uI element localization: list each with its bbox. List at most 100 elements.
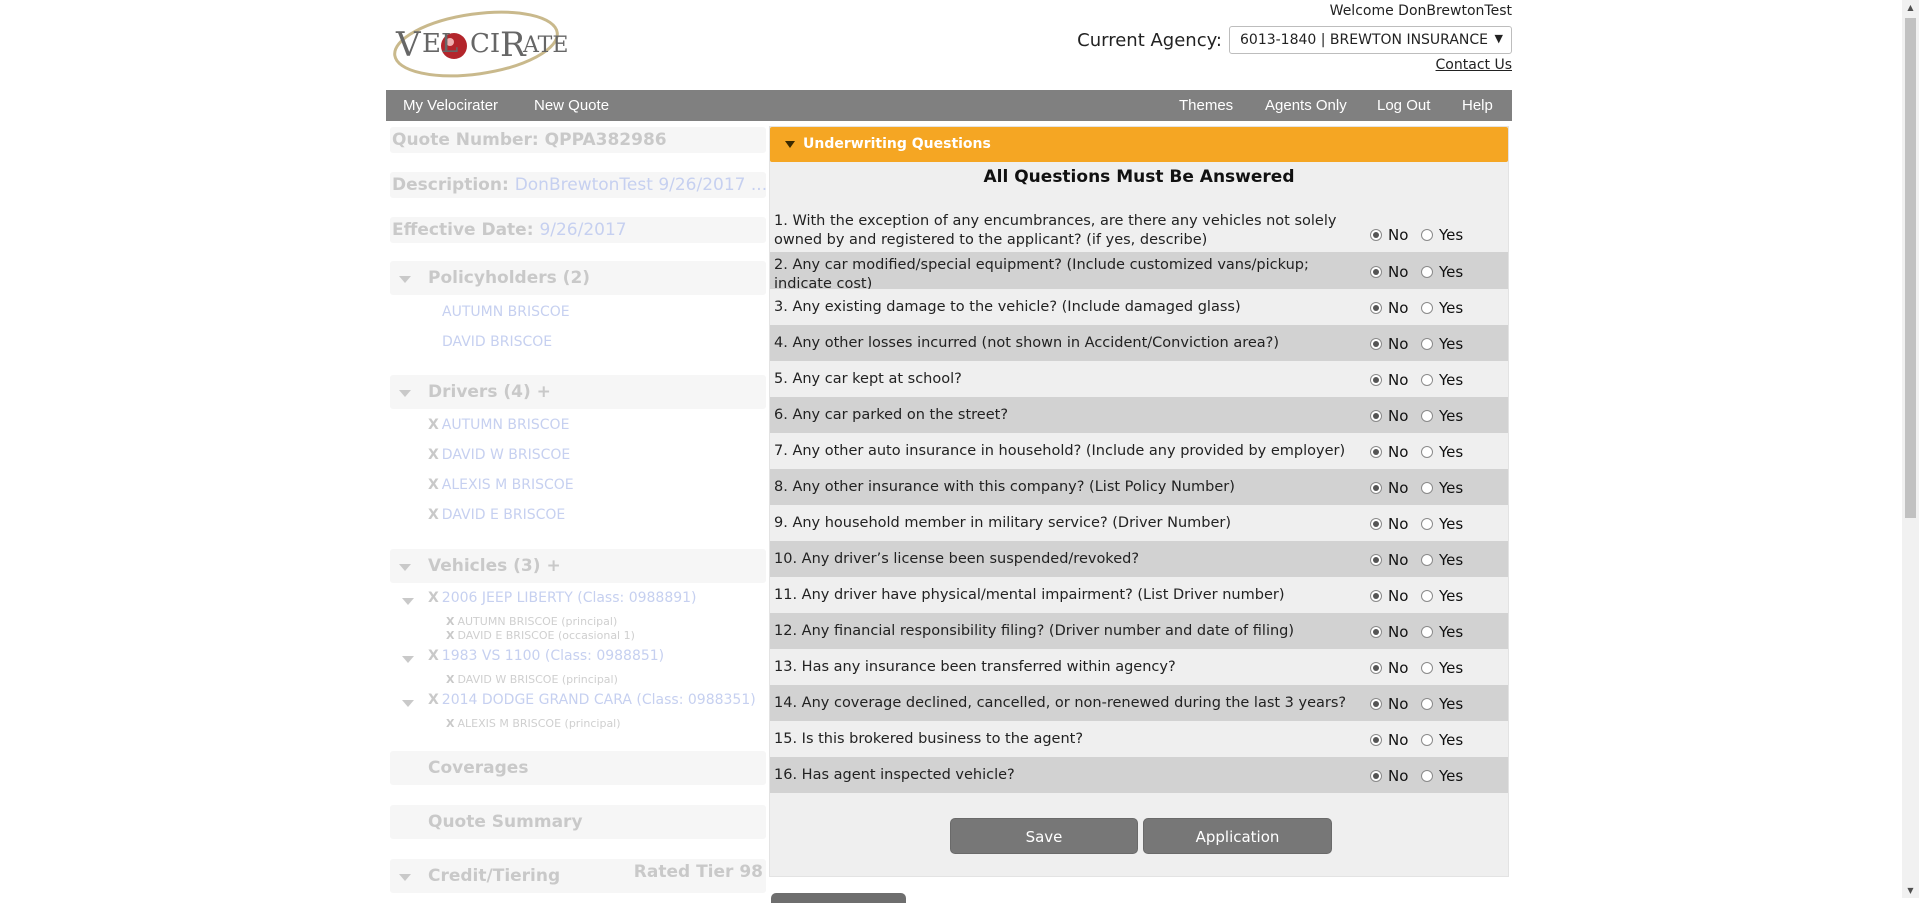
scroll-up-icon[interactable]: ▲: [1902, 3, 1919, 12]
quote-summary-section[interactable]: Quote Summary: [390, 805, 766, 839]
policyholder-link[interactable]: DAVID BRISCOE: [442, 334, 552, 350]
answer-no-radio[interactable]: [1370, 554, 1382, 566]
velocirater-logo[interactable]: V EL CI R ATER: [392, 2, 567, 86]
answer-yes[interactable]: Yes: [1421, 407, 1463, 425]
answer-yes-radio[interactable]: [1421, 590, 1433, 602]
policyholders-header[interactable]: Policyholders (2): [390, 261, 766, 295]
answer-no-radio[interactable]: [1370, 698, 1382, 710]
collapse-caret-icon[interactable]: [402, 598, 414, 605]
answer-yes[interactable]: Yes: [1421, 587, 1463, 605]
answer-yes-radio[interactable]: [1421, 410, 1433, 422]
answer-yes[interactable]: Yes: [1421, 299, 1463, 317]
answer-no-radio[interactable]: [1370, 662, 1382, 674]
vehicle-item[interactable]: X 1983 VS 1100 (Class: 0988851): [428, 648, 664, 664]
answer-no[interactable]: No: [1370, 767, 1408, 785]
driver-item[interactable]: X AUTUMN BRISCOE: [428, 417, 569, 433]
scroll-down-icon[interactable]: ▼: [1902, 886, 1919, 895]
answer-no[interactable]: No: [1370, 623, 1408, 641]
nav-new-quote[interactable]: New Quote: [534, 90, 609, 121]
answer-yes-radio[interactable]: [1421, 662, 1433, 674]
answer-yes[interactable]: Yes: [1421, 767, 1463, 785]
answer-yes[interactable]: Yes: [1421, 623, 1463, 641]
underwriting-header[interactable]: Underwriting Questions: [770, 127, 1508, 162]
driver-item[interactable]: X ALEXIS M BRISCOE: [428, 477, 574, 493]
answer-no-radio[interactable]: [1370, 410, 1382, 422]
answer-no-radio[interactable]: [1370, 266, 1382, 278]
answer-yes-radio[interactable]: [1421, 482, 1433, 494]
contact-us-link[interactable]: Contact Us: [1436, 57, 1512, 73]
answer-yes[interactable]: Yes: [1421, 731, 1463, 749]
save-button[interactable]: Save: [950, 818, 1138, 854]
nav-themes[interactable]: Themes: [1179, 90, 1233, 121]
answer-yes-radio[interactable]: [1421, 266, 1433, 278]
answer-yes-radio[interactable]: [1421, 554, 1433, 566]
answer-no[interactable]: No: [1370, 407, 1408, 425]
answer-no[interactable]: No: [1370, 587, 1408, 605]
answer-no[interactable]: No: [1370, 263, 1408, 281]
answer-no-radio[interactable]: [1370, 518, 1382, 530]
answer-yes-radio[interactable]: [1421, 770, 1433, 782]
answer-yes[interactable]: Yes: [1421, 515, 1463, 533]
answer-yes[interactable]: Yes: [1421, 479, 1463, 497]
answer-yes-radio[interactable]: [1421, 338, 1433, 350]
answer-no[interactable]: No: [1370, 479, 1408, 497]
nav-log-out[interactable]: Log Out: [1377, 90, 1430, 121]
answer-yes[interactable]: Yes: [1421, 551, 1463, 569]
answer-no[interactable]: No: [1370, 335, 1408, 353]
answer-no-radio[interactable]: [1370, 338, 1382, 350]
vehicle-item[interactable]: X 2014 DODGE GRAND CARA (Class: 0988351): [428, 692, 756, 708]
answer-yes-radio[interactable]: [1421, 446, 1433, 458]
nav-help[interactable]: Help: [1462, 90, 1493, 121]
answer-no-radio[interactable]: [1370, 446, 1382, 458]
answer-no[interactable]: No: [1370, 515, 1408, 533]
nav-agents-only[interactable]: Agents Only: [1265, 90, 1347, 121]
coverages-section[interactable]: Coverages: [390, 751, 766, 785]
answer-yes-radio[interactable]: [1421, 374, 1433, 386]
application-button[interactable]: Application: [1143, 818, 1332, 854]
answer-yes[interactable]: Yes: [1421, 695, 1463, 713]
answer-no[interactable]: No: [1370, 371, 1408, 389]
answer-yes[interactable]: Yes: [1421, 443, 1463, 461]
answer-no[interactable]: No: [1370, 551, 1408, 569]
collapse-caret-icon[interactable]: [402, 656, 414, 663]
answer-no-radio[interactable]: [1370, 770, 1382, 782]
answer-no-radio[interactable]: [1370, 626, 1382, 638]
policyholder-link[interactable]: AUTUMN BRISCOE: [442, 304, 570, 320]
answer-yes[interactable]: Yes: [1421, 226, 1463, 244]
credit-tiering-header[interactable]: Credit/Tiering Rated Tier 98: [390, 859, 766, 893]
driver-item[interactable]: X DAVID W BRISCOE: [428, 447, 570, 463]
drivers-header[interactable]: Drivers (4) +: [390, 375, 766, 409]
answer-no-radio[interactable]: [1370, 302, 1382, 314]
answer-no[interactable]: No: [1370, 443, 1408, 461]
answer-yes-radio[interactable]: [1421, 302, 1433, 314]
agency-select[interactable]: 6013-1840 | BREWTON INSURANCE ▼: [1229, 26, 1512, 54]
answer-yes-radio[interactable]: [1421, 698, 1433, 710]
answer-yes-radio[interactable]: [1421, 626, 1433, 638]
page-scrollbar[interactable]: ▲ ▼: [1902, 0, 1919, 898]
nav-my-velocirater[interactable]: My Velocirater: [403, 90, 498, 121]
answer-no[interactable]: No: [1370, 695, 1408, 713]
answer-yes[interactable]: Yes: [1421, 659, 1463, 677]
answer-no-radio[interactable]: [1370, 374, 1382, 386]
collapse-caret-icon[interactable]: [402, 700, 414, 707]
quote-description[interactable]: Description: DonBrewtonTest 9/26/2017 ..…: [390, 172, 766, 198]
answer-no-radio[interactable]: [1370, 590, 1382, 602]
vehicle-item[interactable]: X 2006 JEEP LIBERTY (Class: 0988891): [428, 590, 697, 606]
answer-no-radio[interactable]: [1370, 482, 1382, 494]
answer-yes-radio[interactable]: [1421, 734, 1433, 746]
answer-no[interactable]: No: [1370, 731, 1408, 749]
driver-item[interactable]: X DAVID E BRISCOE: [428, 507, 565, 523]
answer-yes-radio[interactable]: [1421, 518, 1433, 530]
answer-no-radio[interactable]: [1370, 229, 1382, 241]
scrollbar-thumb[interactable]: [1905, 18, 1916, 518]
answer-yes[interactable]: Yes: [1421, 371, 1463, 389]
answer-no-radio[interactable]: [1370, 734, 1382, 746]
answer-no[interactable]: No: [1370, 299, 1408, 317]
answer-no[interactable]: No: [1370, 659, 1408, 677]
answer-yes[interactable]: Yes: [1421, 263, 1463, 281]
answer-no[interactable]: No: [1370, 226, 1408, 244]
vehicles-header[interactable]: Vehicles (3) +: [390, 549, 766, 583]
effective-date[interactable]: Effective Date: 9/26/2017: [390, 217, 766, 243]
answer-yes-radio[interactable]: [1421, 229, 1433, 241]
partial-button[interactable]: [771, 893, 906, 903]
